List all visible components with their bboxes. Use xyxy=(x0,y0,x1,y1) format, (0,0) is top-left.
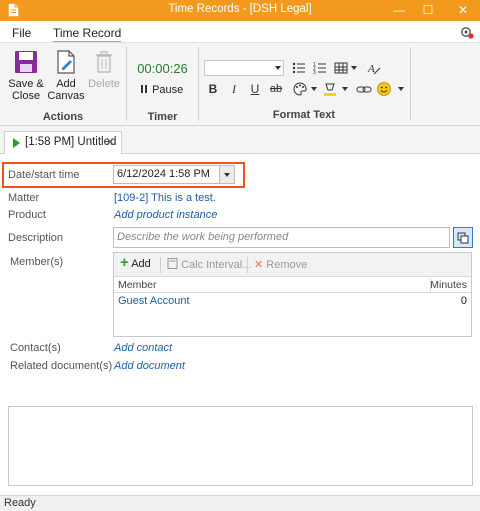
timer-group-label: Timer xyxy=(147,111,178,123)
status-text: Ready xyxy=(4,497,36,509)
table-row[interactable]: Guest Account 0 xyxy=(114,294,471,310)
pause-icon-bar xyxy=(145,85,147,93)
remove-member-button[interactable]: ✕ Remove xyxy=(254,258,307,271)
clear-format-icon[interactable]: A xyxy=(366,60,382,76)
add-canvas-icon xyxy=(57,50,75,74)
save-close-button[interactable]: Save & Close xyxy=(6,49,46,102)
members-toolbar: + Add Calc Interval... ✕ Remove xyxy=(114,253,471,277)
calculator-icon xyxy=(167,258,178,269)
notes-editor[interactable] xyxy=(8,406,473,486)
plus-icon: + xyxy=(120,254,129,271)
trash-icon xyxy=(96,51,112,73)
numbered-list-icon[interactable]: 1 2 3 xyxy=(312,60,328,76)
strikethrough-icon[interactable]: ab xyxy=(268,81,284,97)
description-picker-button[interactable] xyxy=(453,227,473,248)
save-icon xyxy=(15,51,37,73)
add-document-link[interactable]: Add document xyxy=(114,360,185,372)
chevron-down-icon[interactable] xyxy=(342,87,348,91)
date-start-label: Date/start time xyxy=(8,169,80,181)
tab-time-record[interactable]: Time Record xyxy=(53,26,122,43)
pause-button[interactable]: Pause xyxy=(141,84,183,96)
close-tab-icon[interactable]: ✕ xyxy=(105,135,115,149)
pause-label: Pause xyxy=(152,84,184,96)
pause-icon xyxy=(141,85,143,93)
add-canvas-button[interactable]: Add Canvas xyxy=(46,49,86,102)
add-member-label: Add xyxy=(131,258,151,270)
contacts-label: Contact(s) xyxy=(10,342,61,354)
members-label: Member(s) xyxy=(10,256,64,268)
description-label: Description xyxy=(8,232,64,244)
member-name[interactable]: Guest Account xyxy=(118,295,190,307)
add-contact-link[interactable]: Add contact xyxy=(114,342,172,354)
settings-icon[interactable] xyxy=(460,25,474,39)
toolbar-divider xyxy=(160,257,161,273)
related-documents-label: Related document(s) xyxy=(10,360,113,372)
title-bar: Time Records - [DSH Legal] — ☐ ✕ xyxy=(0,0,480,21)
format-text-group-label: Format Text xyxy=(272,109,336,121)
bold-icon[interactable]: B xyxy=(205,81,221,97)
member-column-header[interactable]: Member xyxy=(118,279,157,291)
font-select[interactable] xyxy=(204,60,284,76)
menu-tabs: File Time Record xyxy=(0,21,480,43)
svg-text:A: A xyxy=(367,63,375,75)
status-bar: Ready xyxy=(0,495,480,511)
date-dropdown-button[interactable] xyxy=(219,166,234,183)
description-input[interactable]: Describe the work being performed xyxy=(113,227,450,248)
play-icon xyxy=(13,138,20,148)
document-tab-strip: [1:58 PM] Untitled ✕ xyxy=(0,126,480,154)
add-product-link[interactable]: Add product instance xyxy=(114,209,217,221)
italic-icon[interactable]: I xyxy=(226,81,242,97)
color-palette-icon[interactable] xyxy=(292,81,308,97)
document-tab-label: [1:58 PM] Untitled xyxy=(25,136,117,148)
emoji-icon[interactable] xyxy=(376,81,392,97)
ribbon: Save & Close Add Canvas Delete Actions 0… xyxy=(0,42,480,126)
underline-icon[interactable]: U xyxy=(247,81,263,97)
minimize-button[interactable]: — xyxy=(384,0,414,21)
chevron-down-icon xyxy=(275,66,281,70)
tab-file[interactable]: File xyxy=(12,26,31,40)
calc-interval-button[interactable]: Calc Interval... xyxy=(167,258,251,271)
pick-list-icon xyxy=(457,232,469,244)
actions-group: Save & Close Add Canvas Delete Actions xyxy=(0,43,126,127)
ribbon-divider xyxy=(410,47,411,121)
date-start-input[interactable]: 6/12/2024 1:58 PM xyxy=(113,165,235,184)
timer-group: 00:00:26 Pause Timer xyxy=(127,43,198,127)
product-label: Product xyxy=(8,209,46,221)
minutes-column-header[interactable]: Minutes xyxy=(430,279,467,291)
svg-text:3: 3 xyxy=(313,70,316,76)
delete-button[interactable]: Delete xyxy=(84,49,124,90)
link-icon[interactable] xyxy=(356,81,372,97)
close-button[interactable]: ✕ xyxy=(448,0,478,21)
chevron-down-icon[interactable] xyxy=(311,87,317,91)
chevron-down-icon[interactable] xyxy=(398,87,404,91)
table-icon[interactable] xyxy=(333,60,349,76)
document-tab[interactable]: [1:58 PM] Untitled ✕ xyxy=(4,131,122,154)
save-close-label: Save & Close xyxy=(8,78,44,102)
chevron-down-icon xyxy=(224,173,230,177)
member-minutes: 0 xyxy=(460,295,467,307)
remove-member-label: Remove xyxy=(266,259,308,271)
matter-label: Matter xyxy=(8,192,40,204)
bulleted-list-icon[interactable] xyxy=(291,60,307,76)
calc-interval-label: Calc Interval... xyxy=(181,259,252,271)
maximize-button[interactable]: ☐ xyxy=(413,0,443,21)
add-member-button[interactable]: + Add xyxy=(120,255,151,270)
chevron-down-icon[interactable] xyxy=(351,66,357,70)
actions-group-label: Actions xyxy=(42,111,84,123)
matter-link[interactable]: [109-2] This is a test. xyxy=(114,192,216,204)
remove-icon: ✕ xyxy=(254,259,264,271)
delete-label: Delete xyxy=(88,78,120,90)
highlight-icon[interactable] xyxy=(322,81,338,97)
toolbar-divider xyxy=(247,257,248,273)
add-canvas-label: Add Canvas xyxy=(47,78,85,102)
members-table-header: Member Minutes xyxy=(114,278,471,293)
members-panel: + Add Calc Interval... ✕ Remove Member M… xyxy=(113,252,472,337)
timer-value: 00:00:26 xyxy=(137,61,188,76)
